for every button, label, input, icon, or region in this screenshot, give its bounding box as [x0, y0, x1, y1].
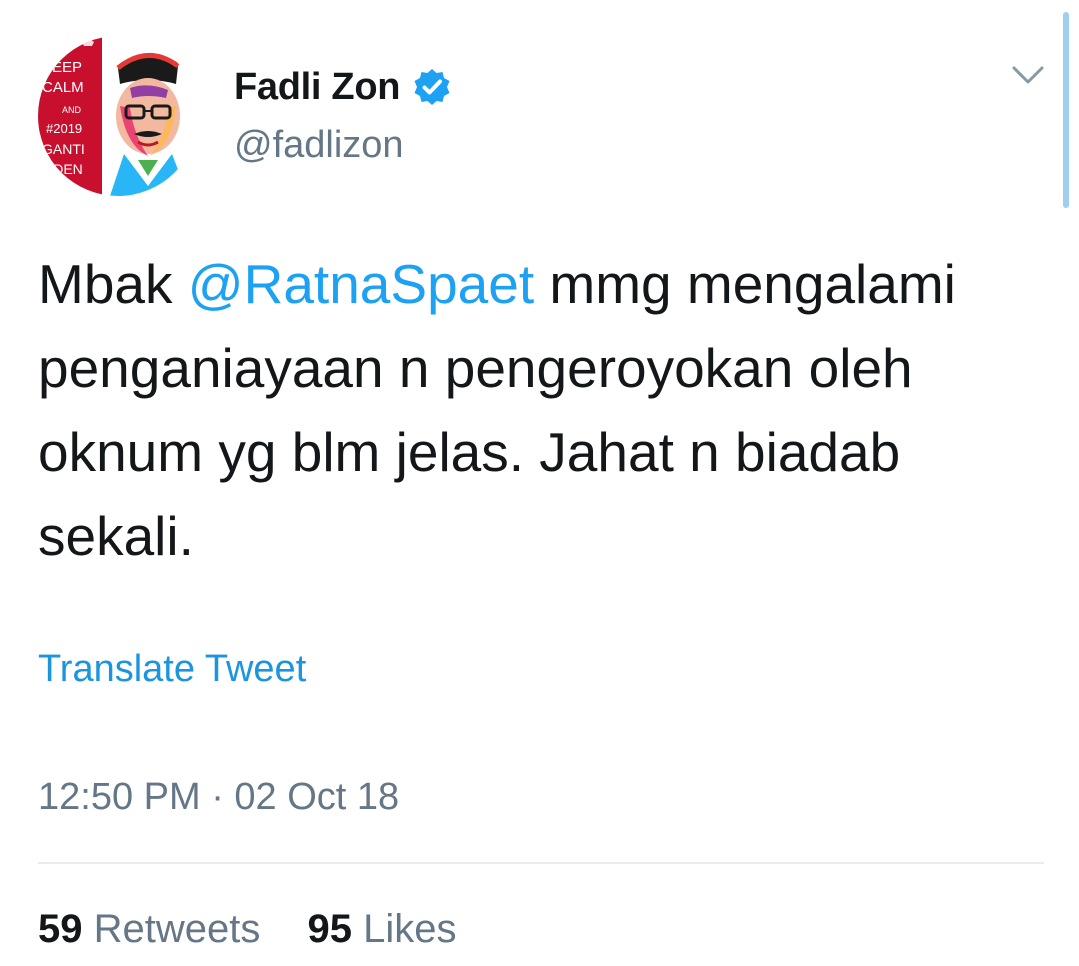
chevron-down-icon[interactable] — [1010, 62, 1046, 90]
avatar-text-2019: #2019 — [46, 121, 82, 136]
tweet-text-start: Mbak — [38, 253, 188, 315]
tweet-text: Mbak @RatnaSpaet mmg mengalami penganiay… — [38, 242, 1048, 578]
avatar-text-calm: CALM — [42, 79, 84, 96]
avatar-text-siden: SIDEN — [40, 161, 83, 177]
divider — [38, 862, 1044, 864]
author-handle[interactable]: @fadlizon — [234, 124, 404, 167]
likes-label: Likes — [363, 907, 457, 951]
verified-badge-icon — [412, 67, 452, 107]
author-name-row[interactable]: Fadli Zon — [234, 62, 452, 112]
avatar-text-ganti: GANTI — [42, 141, 85, 157]
scrollbar[interactable] — [1063, 12, 1069, 208]
translate-tweet-link[interactable]: Translate Tweet — [38, 648, 306, 691]
likes-stat[interactable]: 95 Likes — [308, 907, 457, 951]
likes-count: 95 — [307, 907, 353, 951]
avatar-text-keep: KEEP — [42, 59, 82, 76]
tweet-timestamp: 12:50 PM · 02 Oct 18 — [38, 776, 400, 818]
retweets-count: 59 — [38, 907, 83, 951]
mention-link[interactable]: @RatnaSpaet — [188, 253, 534, 315]
retweets-label: Retweets — [93, 907, 261, 951]
avatar-image: KEEP CALM AND #2019 GANTI SIDEN — [38, 36, 198, 196]
retweets-stat[interactable]: 59 Retweets — [38, 907, 260, 951]
display-name[interactable]: Fadli Zon — [234, 66, 400, 109]
tweet-detail: KEEP CALM AND #2019 GANTI SIDEN Fadli Zo… — [0, 0, 1079, 966]
tweet-stats: 59 Retweets 95 Likes — [38, 907, 493, 952]
avatar-text-and: AND — [62, 105, 82, 115]
avatar[interactable]: KEEP CALM AND #2019 GANTI SIDEN — [38, 36, 198, 196]
